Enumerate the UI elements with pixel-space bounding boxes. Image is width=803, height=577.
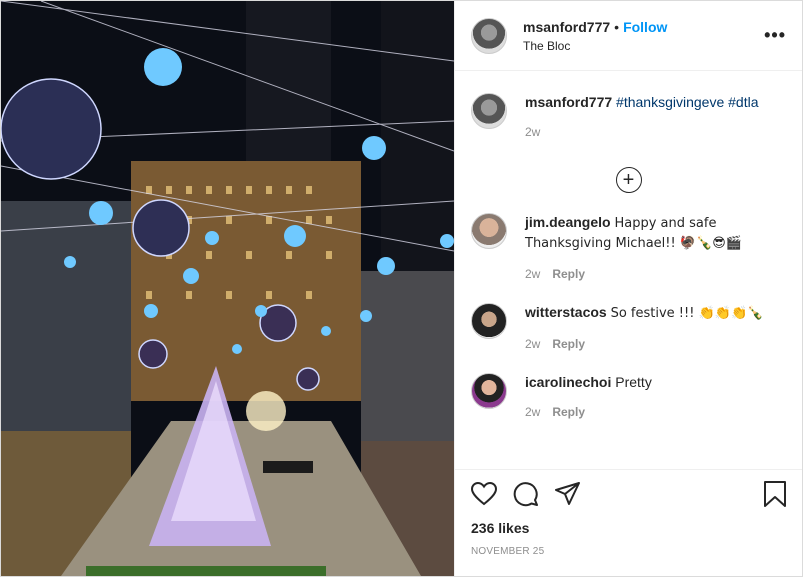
avatar[interactable] <box>471 373 507 409</box>
more-icon[interactable]: ••• <box>764 25 786 46</box>
action-bar: 236 likes NOVEMBER 25 <box>455 469 802 557</box>
post-dialog: msanford777 • Follow The Bloc ••• msanford… <box>0 0 803 577</box>
like-icon[interactable] <box>470 481 498 511</box>
avatar[interactable] <box>471 213 507 249</box>
comment-item: icarolinechoi Pretty 2w Reply <box>471 351 786 419</box>
comment-icon[interactable] <box>513 481 539 512</box>
comment-time[interactable]: 2w <box>525 267 540 281</box>
add-comment-icon[interactable]: + <box>615 167 642 193</box>
post-date[interactable]: NOVEMBER 25 <box>471 546 786 557</box>
share-icon[interactable] <box>555 481 581 511</box>
comment-time[interactable]: 2w <box>525 405 540 419</box>
caption-time[interactable]: 2w <box>525 125 540 139</box>
comment-item: jim.deangelo Happy and safe Thanksgiving… <box>471 205 786 281</box>
avatar[interactable] <box>471 93 507 129</box>
hashtag-link[interactable]: #thanksgivingeve <box>616 94 724 110</box>
reply-button[interactable]: Reply <box>552 405 585 419</box>
comment-text: So festive !!! 👏👏👏🍾 <box>610 306 764 321</box>
likes-count[interactable]: 236 likes <box>471 520 786 536</box>
header-text: msanford777 • Follow The Bloc <box>523 18 764 54</box>
reply-button[interactable]: Reply <box>552 337 585 351</box>
follow-button[interactable]: Follow <box>623 19 667 35</box>
caption-username[interactable]: msanford777 <box>525 94 612 110</box>
save-icon[interactable] <box>764 480 786 512</box>
location-link[interactable]: The Bloc <box>523 38 764 54</box>
hashtag-link[interactable]: #dtla <box>728 94 758 110</box>
comment-text: Pretty <box>615 374 652 390</box>
comment-username[interactable]: witterstacos <box>525 304 607 320</box>
post-side-panel: msanford777 • Follow The Bloc ••• msanford… <box>454 1 802 576</box>
avatar[interactable] <box>471 17 507 54</box>
post-header: msanford777 • Follow The Bloc ••• <box>455 1 802 71</box>
post-photo[interactable] <box>1 1 454 576</box>
reply-button[interactable]: Reply <box>552 267 585 281</box>
comments-list[interactable]: msanford777 #thanksgivingeve #dtla 2w + … <box>455 71 802 469</box>
load-more-comments: + <box>471 167 786 193</box>
comment-time[interactable]: 2w <box>525 337 540 351</box>
author-username[interactable]: msanford777 <box>523 19 610 35</box>
separator-dot: • <box>614 18 620 35</box>
comment-username[interactable]: icarolinechoi <box>525 374 611 390</box>
caption: msanford777 #thanksgivingeve #dtla 2w <box>471 71 786 139</box>
comment-item: witterstacos So festive !!! 👏👏👏🍾 2w Reply <box>471 281 786 351</box>
festive-plaza-image <box>1 1 454 576</box>
comment-username[interactable]: jim.deangelo <box>525 214 611 230</box>
avatar[interactable] <box>471 303 507 339</box>
